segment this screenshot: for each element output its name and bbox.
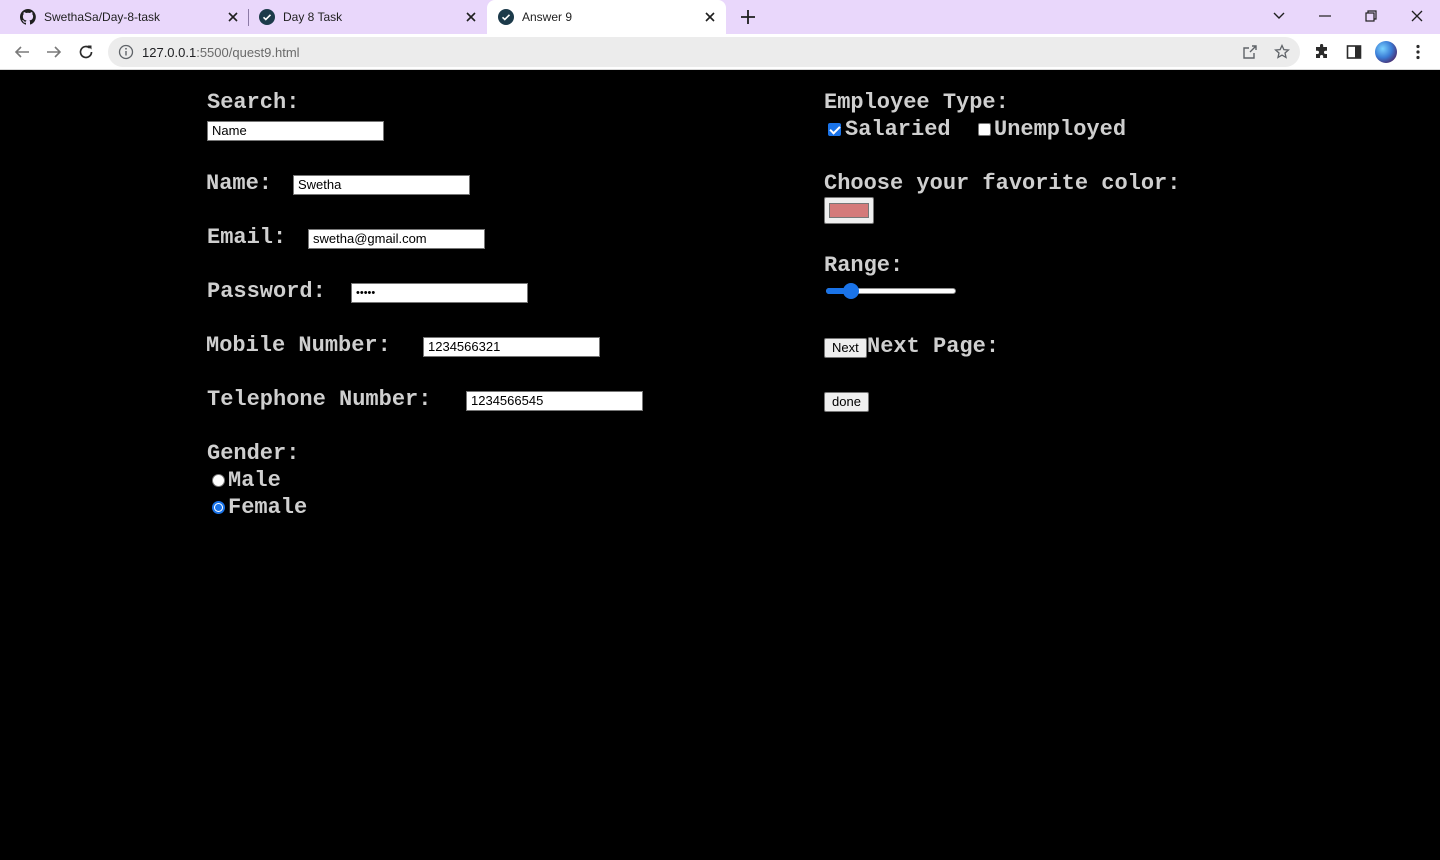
browser-toolbar: 127.0.0.1:5500/quest9.html [0,34,1440,70]
close-icon[interactable] [462,8,480,26]
bookmark-star-icon[interactable] [1273,43,1291,61]
site-info-icon[interactable] [118,44,134,60]
email-input[interactable]: swetha@gmail.com [308,229,485,249]
color-picker[interactable] [824,197,874,224]
check-circle-icon [259,9,275,25]
restore-icon[interactable] [1359,5,1383,27]
color-label: Choose your favorite color: [824,171,1181,196]
done-button[interactable]: done [824,392,869,412]
range-slider[interactable] [826,283,956,299]
password-input[interactable]: ••••• [351,283,528,303]
url-text: 127.0.0.1:5500/quest9.html [142,45,300,60]
range-label: Range: [824,253,904,278]
back-icon[interactable] [10,40,34,64]
side-panel-icon[interactable] [1344,42,1364,62]
minimize-icon[interactable] [1313,5,1337,27]
color-swatch [829,203,869,218]
share-icon[interactable] [1241,43,1259,61]
mobile-label: Mobile Number: [206,333,391,358]
next-page-label: Next Page: [867,334,1000,359]
search-label: Search: [207,90,300,115]
gender-female-radio[interactable] [212,501,225,514]
mobile-input[interactable]: 1234566321 [423,337,600,357]
unemployed-label: Unemployed [994,117,1127,142]
extensions-puzzle-icon[interactable] [1312,42,1332,62]
check-circle-icon [498,9,514,25]
address-bar[interactable]: 127.0.0.1:5500/quest9.html [108,37,1300,67]
employee-type-label: Employee Type: [824,90,1009,115]
close-icon[interactable] [701,8,719,26]
url-host: 127.0.0.1 [142,45,197,60]
telephone-input[interactable]: 1234566545 [466,391,643,411]
tab-title: Answer 9 [522,10,573,24]
tab-search-icon[interactable] [1267,5,1291,27]
password-label: Password: [207,279,326,304]
unemployed-checkbox[interactable] [978,123,991,136]
range-thumb[interactable] [843,283,859,299]
profile-avatar[interactable] [1375,41,1397,63]
gender-male-radio[interactable] [212,474,225,487]
url-path: :5500/quest9.html [196,45,300,60]
close-window-icon[interactable] [1405,5,1429,27]
telephone-label: Telephone Number: [207,387,432,412]
tab-github[interactable]: SwethaSa/Day-8-task [0,0,248,34]
email-label: Email: [207,225,287,250]
tab-title: Day 8 Task [283,10,343,24]
gender-male-label: Male [228,468,281,493]
new-tab-button[interactable] [737,6,759,28]
tab-answer9[interactable]: Answer 9 [487,0,726,34]
forward-icon[interactable] [42,40,66,64]
gender-label: Gender: [207,441,300,466]
github-icon [19,9,36,25]
tab-day8[interactable]: Day 8 Task [239,0,487,34]
next-button[interactable]: Next [824,338,867,358]
name-label: Name: [206,171,273,196]
gender-female-label: Female [228,495,308,520]
tab-title: SwethaSa/Day-8-task [44,10,161,24]
salaried-checkbox[interactable] [828,123,841,136]
menu-kebab-icon[interactable] [1408,42,1428,62]
reload-icon[interactable] [74,40,98,64]
name-input[interactable]: Swetha [293,175,470,195]
page-content: Search: Name Name: Swetha Email: swetha@… [0,71,1440,860]
tab-strip: SwethaSa/Day-8-task Day 8 Task Answer 9 [0,0,1440,34]
salaried-label: Salaried [845,117,951,142]
search-input[interactable]: Name [207,121,384,141]
